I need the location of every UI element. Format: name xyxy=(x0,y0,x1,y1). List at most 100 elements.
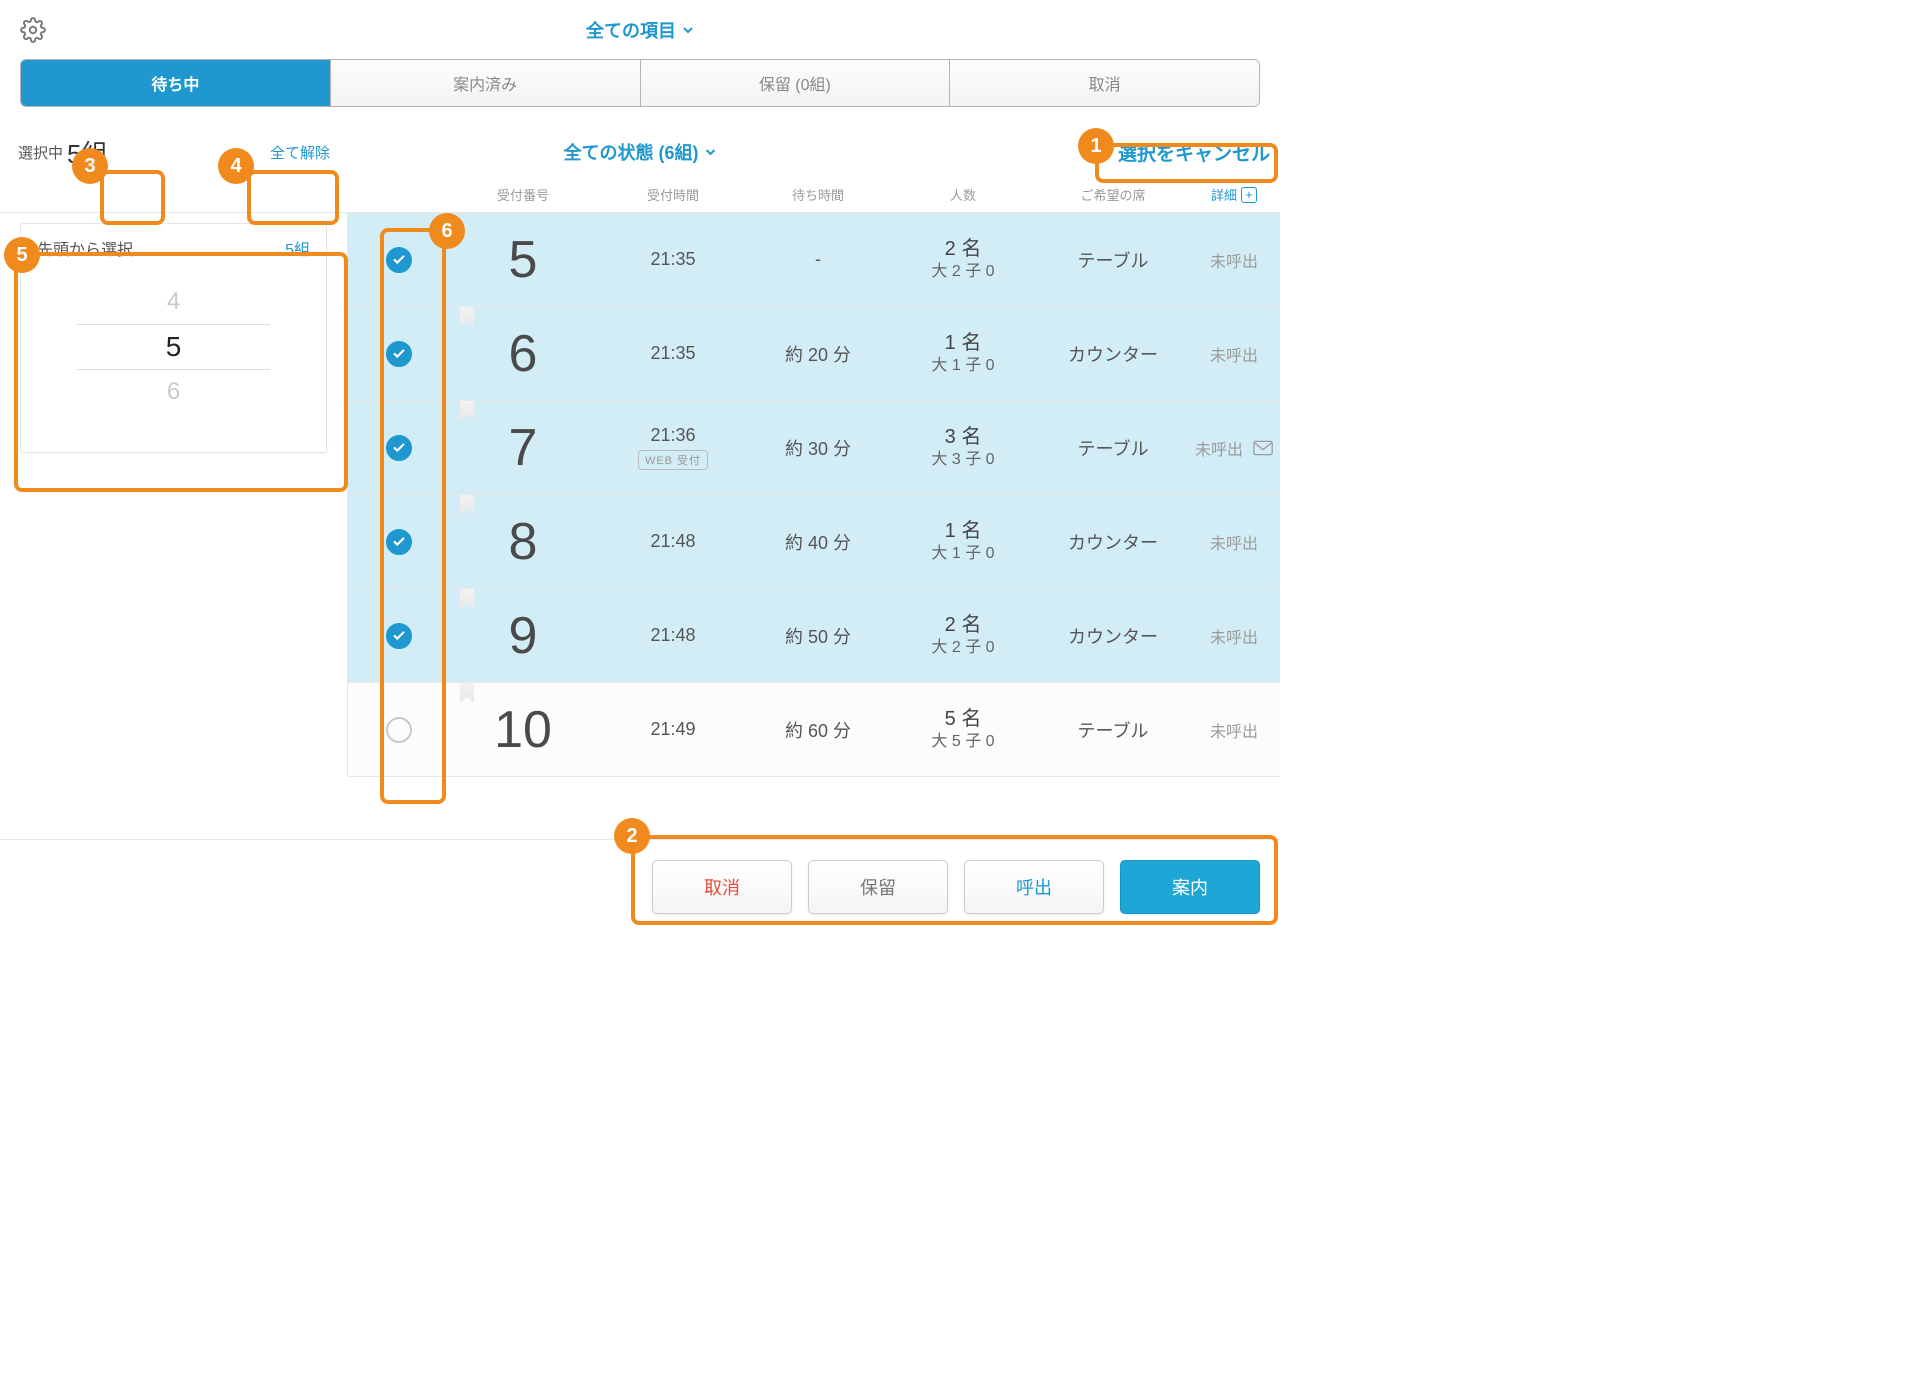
party-breakdown: 大 1 子 0 xyxy=(888,544,1038,565)
queue-row[interactable]: 5 21:35 - 2 名大 2 子 0 テーブル 未呼出 xyxy=(348,213,1280,307)
party-breakdown: 大 2 子 0 xyxy=(888,262,1038,283)
col-time: 受付時間 xyxy=(598,185,748,204)
queue-row[interactable]: 7 21:36 WEB 受付 約 30 分 3 名大 3 子 0 テーブル 未呼出 xyxy=(348,401,1280,495)
reception-time: 21:35 xyxy=(650,343,695,364)
party-breakdown: 大 1 子 0 xyxy=(888,356,1038,377)
call-status: 未呼出 xyxy=(1195,436,1243,460)
side-panel: 先頭から選択 5組 4 5 6 xyxy=(0,213,348,777)
tab-done[interactable]: 案内済み xyxy=(331,60,641,106)
web-reception-badge: WEB 受付 xyxy=(638,450,708,470)
party-size: 5 名 xyxy=(888,706,1038,732)
seat-preference: カウンター xyxy=(1068,627,1158,647)
tab-done-label: 案内済み xyxy=(453,71,517,95)
col-people: 人数 xyxy=(888,185,1038,204)
call-status: 未呼出 xyxy=(1210,248,1258,272)
action-bar: 取消 保留 呼出 案内 xyxy=(0,839,1280,934)
reception-time: 21:36 xyxy=(650,425,695,446)
party-size: 3 名 xyxy=(888,424,1038,450)
party-breakdown: 大 5 子 0 xyxy=(888,732,1038,753)
reception-time: 21:49 xyxy=(650,719,695,740)
seat-preference: カウンター xyxy=(1068,345,1158,365)
seat-preference: テーブル xyxy=(1078,721,1149,741)
reception-time: 21:48 xyxy=(650,625,695,646)
wait-time: 約 60 分 xyxy=(785,721,851,741)
hold-button[interactable]: 保留 xyxy=(808,860,948,914)
ticket-number: 9 xyxy=(509,607,538,665)
reception-time: 21:35 xyxy=(650,249,695,270)
plus-icon: + xyxy=(1241,187,1257,203)
mail-icon xyxy=(1253,440,1273,456)
tab-cancel[interactable]: 取消 xyxy=(950,60,1259,106)
col-number: 受付番号 xyxy=(448,185,598,204)
wait-time: 約 20 分 xyxy=(785,345,851,365)
detail-toggle[interactable]: 詳細 + xyxy=(1211,185,1257,204)
view-filter-dropdown[interactable]: 全ての項目 xyxy=(586,17,694,43)
row-checkbox[interactable] xyxy=(386,341,412,367)
tab-cancel-label: 取消 xyxy=(1089,71,1121,95)
selecting-count: 5組 xyxy=(67,134,107,171)
party-size: 2 名 xyxy=(888,236,1038,262)
col-wait: 待ち時間 xyxy=(748,185,888,204)
wait-time: - xyxy=(815,249,821,269)
select-from-top-label: 先頭から選択 xyxy=(37,236,133,260)
tab-hold-label: 保留 (0組) xyxy=(759,71,831,95)
status-filter-label: 全ての状態 (6組) xyxy=(564,139,699,165)
select-from-top-card: 先頭から選択 5組 4 5 6 xyxy=(20,223,327,453)
party-breakdown: 大 2 子 0 xyxy=(888,638,1038,659)
topbar: 全ての項目 xyxy=(0,0,1280,59)
ticket-number: 8 xyxy=(509,513,538,571)
picker-selected[interactable]: 5 xyxy=(77,324,270,370)
row-checkbox[interactable] xyxy=(386,247,412,273)
ticket-number: 5 xyxy=(509,231,538,289)
picker-option[interactable]: 6 xyxy=(37,374,310,410)
wait-time: 約 50 分 xyxy=(785,627,851,647)
row-checkbox[interactable] xyxy=(386,529,412,555)
party-size: 1 名 xyxy=(888,330,1038,356)
wait-time: 約 30 分 xyxy=(785,439,851,459)
row-checkbox[interactable] xyxy=(386,623,412,649)
seat-preference: テーブル xyxy=(1078,251,1149,271)
count-picker[interactable]: 4 5 6 xyxy=(37,284,310,410)
clear-all-button[interactable]: 全て解除 xyxy=(270,142,330,163)
call-button[interactable]: 呼出 xyxy=(964,860,1104,914)
seat-preference: カウンター xyxy=(1068,533,1158,553)
row-checkbox[interactable] xyxy=(386,435,412,461)
queue-list: 521:35-2 名大 2 子 0テーブル未呼出621:35約 20 分1 名大… xyxy=(348,213,1280,777)
call-status: 未呼出 xyxy=(1210,530,1258,554)
selection-summary: 選択中 5組 全て解除 xyxy=(0,134,348,171)
view-filter-label: 全ての項目 xyxy=(586,17,676,43)
wait-time: 約 40 分 xyxy=(785,533,851,553)
column-headers: 受付番号 受付時間 待ち時間 人数 ご希望の席 詳細 + xyxy=(0,177,1280,213)
col-seat: ご希望の席 xyxy=(1038,185,1188,204)
ticket-number: 6 xyxy=(509,325,538,383)
cancel-selection-button[interactable]: 選択をキャンセル xyxy=(1118,139,1270,166)
queue-row[interactable]: 8 21:48 約 40 分 1 名大 1 子 0 カウンター 未呼出 xyxy=(348,495,1280,589)
queue-row[interactable]: 10 21:49 約 60 分 5 名大 5 子 0 テーブル 未呼出 xyxy=(348,683,1280,777)
picker-option[interactable]: 4 xyxy=(37,284,310,320)
row-checkbox[interactable] xyxy=(386,717,412,743)
subheader: 選択中 5組 全て解除 全ての状態 (6組) 選択をキャンセル xyxy=(0,127,1280,177)
queue-row[interactable]: 6 21:35 約 20 分 1 名大 1 子 0 カウンター 未呼出 xyxy=(348,307,1280,401)
call-status: 未呼出 xyxy=(1210,718,1258,742)
seat-preference: テーブル xyxy=(1078,439,1149,459)
status-filter-dropdown[interactable]: 全ての状態 (6組) xyxy=(564,139,717,165)
ticket-number: 7 xyxy=(509,419,538,477)
selecting-label: 選択中 xyxy=(18,142,63,163)
tab-waiting[interactable]: 待ち中 xyxy=(21,60,331,106)
party-size: 1 名 xyxy=(888,518,1038,544)
ticket-number: 10 xyxy=(494,701,552,759)
chevron-down-icon xyxy=(705,146,717,158)
call-status: 未呼出 xyxy=(1210,342,1258,366)
call-status: 未呼出 xyxy=(1210,624,1258,648)
gear-icon[interactable] xyxy=(20,17,46,43)
select-from-top-value: 5組 xyxy=(285,236,310,260)
party-size: 2 名 xyxy=(888,612,1038,638)
queue-row[interactable]: 9 21:48 約 50 分 2 名大 2 子 0 カウンター 未呼出 xyxy=(348,589,1280,683)
guide-button[interactable]: 案内 xyxy=(1120,860,1260,914)
cancel-button[interactable]: 取消 xyxy=(652,860,792,914)
reception-time: 21:48 xyxy=(650,531,695,552)
chevron-down-icon xyxy=(682,24,694,36)
party-breakdown: 大 3 子 0 xyxy=(888,450,1038,471)
tab-hold[interactable]: 保留 (0組) xyxy=(641,60,951,106)
status-tabs: 待ち中 案内済み 保留 (0組) 取消 xyxy=(20,59,1260,107)
